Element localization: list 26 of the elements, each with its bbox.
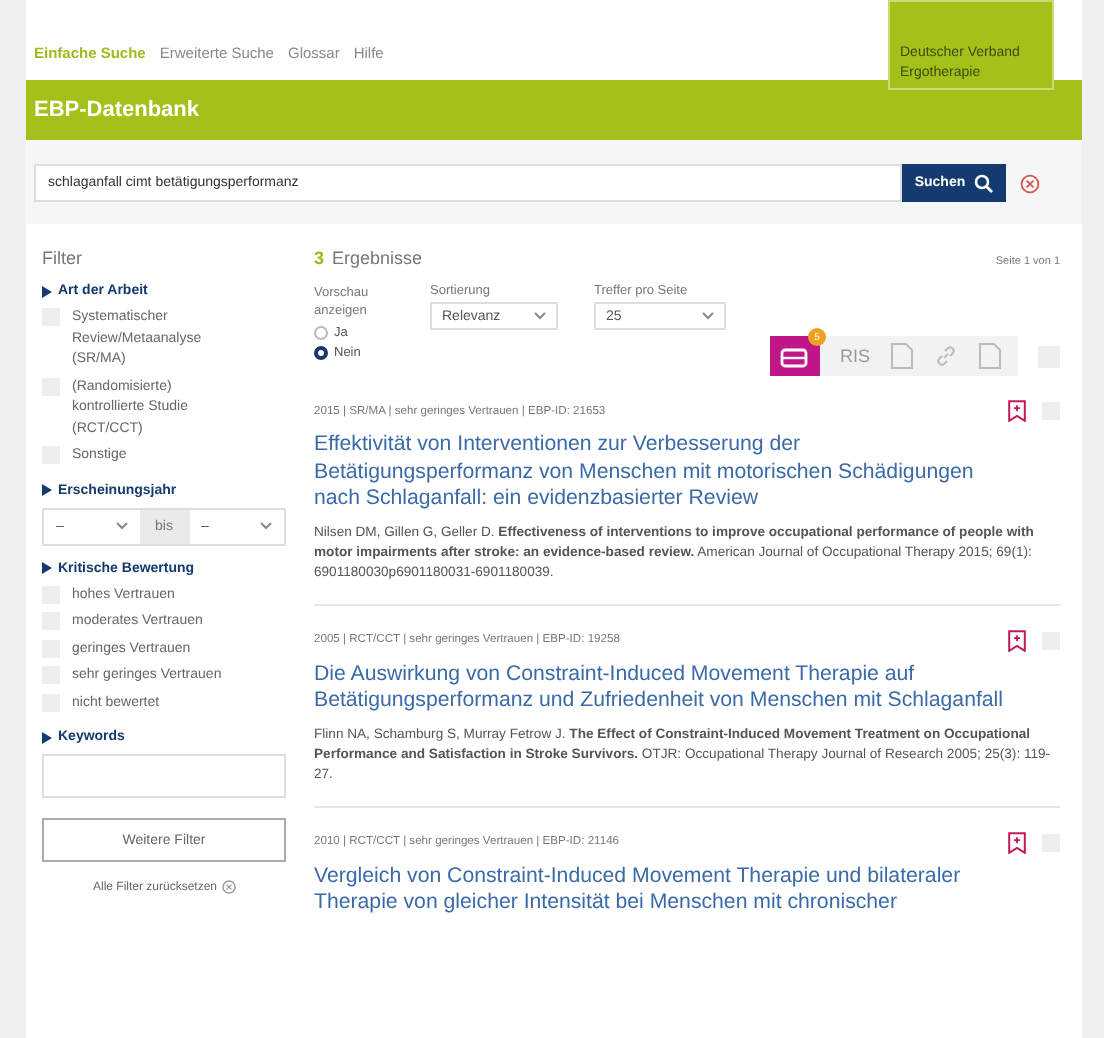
results-label: Ergebnisse <box>332 248 423 268</box>
result-title-link[interactable]: Die Auswirkung von Constraint-Induced Movement Therapie auf Betätigungsperformanz und Zufriedenheit von Menschen mit Schlaganfall <box>314 661 1060 715</box>
keywords-field[interactable] <box>42 754 286 798</box>
triangle-icon <box>42 484 52 496</box>
link-icon[interactable] <box>934 344 958 368</box>
result-title-link[interactable]: Effektivität von Interventionen zur Verbesserung der Betätigungsperformanz von Menschen mit motorischen Schädigungen nach Schlaganfall: ein evidenzbasierter Review <box>314 432 1060 513</box>
tray-icon <box>780 344 809 368</box>
document-icon[interactable] <box>978 342 1002 370</box>
clear-icon[interactable] <box>1020 173 1040 193</box>
triangle-icon <box>42 731 52 743</box>
bookmark-icon[interactable] <box>1008 629 1026 651</box>
result-title-link[interactable]: Vergleich von Constraint-Induced Movement Therapie und bilateraler Therapie von gleicher Intensität bei Menschen mit chronischer <box>314 863 1060 917</box>
search-icon <box>973 173 994 193</box>
triangle-icon <box>42 285 52 297</box>
result-count: 3 <box>314 248 325 268</box>
triangle-icon <box>42 562 52 574</box>
document-icon[interactable] <box>890 342 914 370</box>
radio-button[interactable] <box>314 326 328 340</box>
radio-button[interactable] <box>314 346 328 360</box>
page-title: EBP-Datenbank <box>34 98 200 122</box>
bookmark-icon[interactable] <box>1008 831 1026 853</box>
filter-title: Filter <box>42 248 84 268</box>
caret-icon <box>702 312 714 320</box>
caret-icon <box>534 312 546 320</box>
close-icon[interactable] <box>221 880 236 894</box>
bookmark-icon[interactable] <box>1008 400 1026 422</box>
